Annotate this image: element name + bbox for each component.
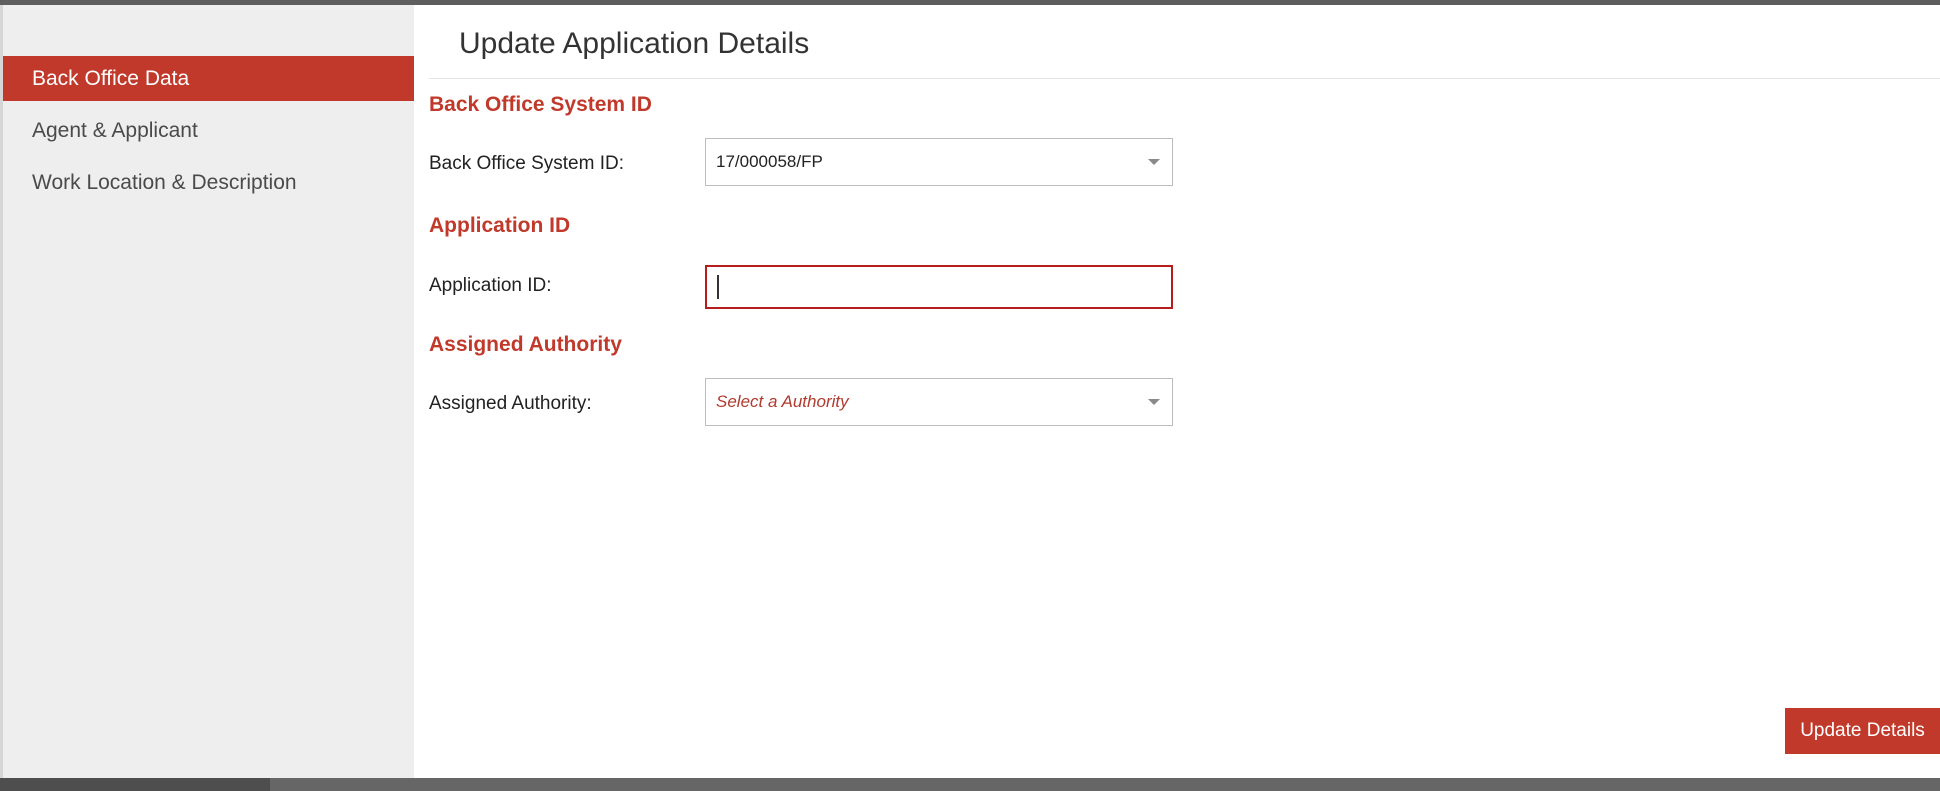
text-cursor [717, 275, 719, 299]
assigned-authority-select[interactable]: Select a Authority [705, 378, 1173, 426]
caret-down-icon [1148, 399, 1160, 405]
sidebar-item-agent-applicant[interactable]: Agent & Applicant [3, 108, 414, 153]
window-bottom-bar [0, 778, 1940, 791]
section-heading-application-id: Application ID [429, 214, 571, 237]
sidebar: Back Office Data Agent & Applicant Work … [0, 5, 414, 778]
assigned-authority-placeholder: Select a Authority [716, 392, 849, 411]
main-panel: Update Application Details Back Office S… [414, 5, 1940, 778]
sidebar-item-label: Agent & Applicant [32, 118, 198, 142]
sidebar-item-back-office-data[interactable]: Back Office Data [3, 56, 414, 101]
title-divider [429, 78, 1940, 79]
assigned-authority-label: Assigned Authority: [429, 393, 592, 414]
application-id-input[interactable] [705, 265, 1173, 309]
back-office-id-value: 17/000058/FP [716, 152, 823, 171]
bottom-bar-segment [0, 778, 270, 791]
sidebar-item-label: Work Location & Description [32, 170, 297, 194]
caret-down-icon [1148, 159, 1160, 165]
update-details-button[interactable]: Update Details [1785, 708, 1940, 754]
back-office-id-select[interactable]: 17/000058/FP [705, 138, 1173, 186]
application-id-label: Application ID: [429, 275, 552, 296]
section-heading-assigned-authority: Assigned Authority [429, 333, 622, 356]
section-heading-back-office: Back Office System ID [429, 93, 652, 116]
sidebar-item-label: Back Office Data [32, 66, 190, 90]
back-office-id-label: Back Office System ID: [429, 153, 624, 174]
page-title: Update Application Details [459, 27, 810, 60]
sidebar-item-work-location[interactable]: Work Location & Description [3, 160, 414, 205]
